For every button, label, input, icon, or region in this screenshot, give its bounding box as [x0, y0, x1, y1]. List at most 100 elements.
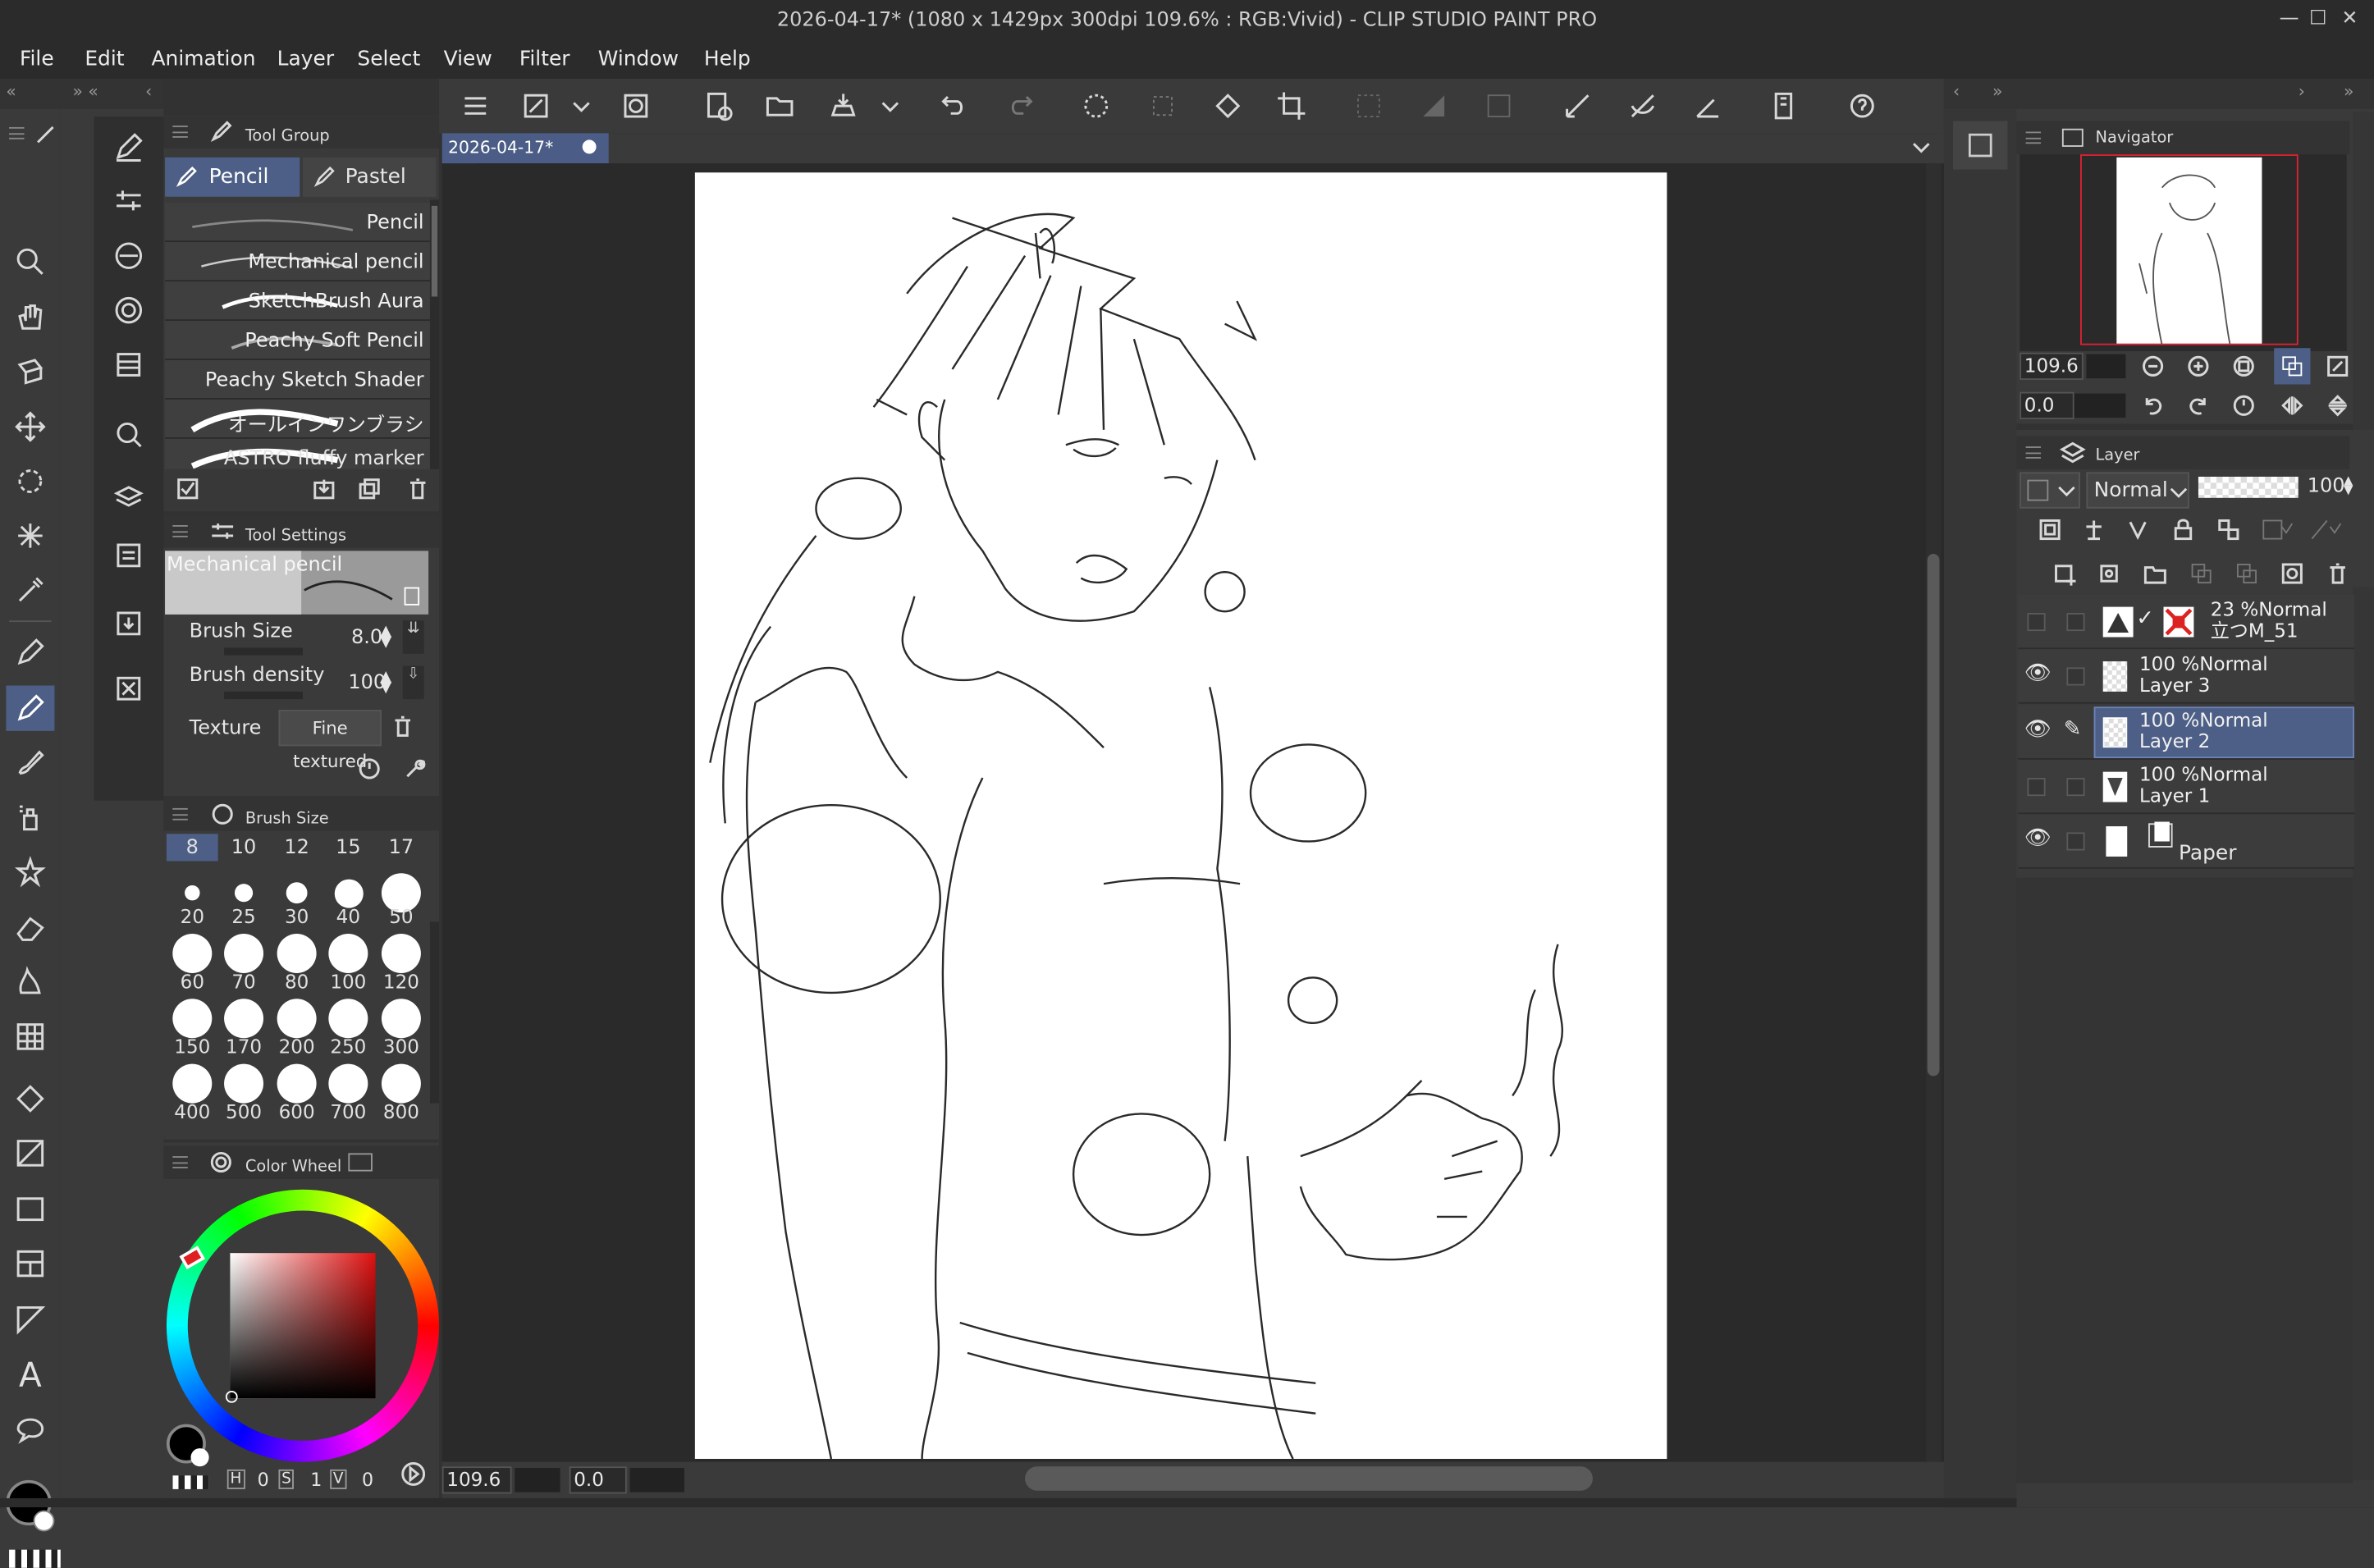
enable-mask-icon[interactable]	[2259, 514, 2295, 545]
layer-row[interactable]: 👁 100 %Normal Layer 3	[2018, 649, 2354, 704]
spinner-icon[interactable]: ▲ ▼	[380, 670, 391, 695]
brush-item-mechanical-pencil[interactable]: Mechanical pencil	[165, 242, 430, 282]
play-icon[interactable]	[400, 1461, 427, 1488]
fit-navigator-icon[interactable]	[2322, 351, 2353, 382]
eraser-tool-icon[interactable]	[11, 908, 50, 948]
close-panel-icon[interactable]	[106, 666, 151, 711]
duplicate-sub-tool-icon[interactable]	[357, 477, 382, 501]
new-vector-layer-icon[interactable]	[2095, 559, 2125, 589]
airbrush-tool-icon[interactable]	[11, 798, 50, 837]
sub-color-swatch[interactable]	[33, 1510, 55, 1532]
brush-size-scrollbar[interactable]	[429, 921, 440, 1104]
navigator-viewport-box[interactable]	[2080, 154, 2299, 345]
invert-selection-icon[interactable]	[1416, 88, 1452, 124]
brush-item-all-in-one-brush[interactable]: オールインワンブラシ	[165, 399, 430, 439]
save-icon[interactable]	[826, 88, 862, 124]
open-folder-icon[interactable]	[762, 88, 798, 124]
vertical-scrollbar[interactable]	[1925, 163, 1942, 1462]
brush-density-slider[interactable]	[224, 691, 303, 700]
special-ruler-snap-icon[interactable]	[1625, 88, 1661, 124]
brush-size-option[interactable]: 70	[218, 930, 270, 994]
zoom-slider[interactable]	[515, 1468, 560, 1493]
search-layer-icon[interactable]	[106, 412, 151, 457]
color-slider-tab-icon[interactable]	[348, 1153, 373, 1172]
hamburger-menu-icon[interactable]	[457, 88, 493, 124]
clip-layer-icon[interactable]	[2035, 514, 2065, 545]
brush-tool-icon[interactable]	[34, 121, 58, 149]
brush-size-option[interactable]: 250	[322, 996, 374, 1059]
fill-icon[interactable]	[1210, 88, 1246, 124]
layer-row-selected[interactable]: 👁 ✎ 100 %Normal Layer 2	[2018, 705, 2354, 760]
figure-tool-icon[interactable]	[11, 1017, 50, 1056]
navigator-preview[interactable]	[2020, 154, 2347, 351]
spinner-icon[interactable]: ▲ ▼	[380, 624, 391, 650]
edit-lock-toggle[interactable]	[2066, 778, 2085, 797]
brush-size-option[interactable]: 10	[218, 834, 270, 861]
horizontal-scrollbar[interactable]	[1025, 1466, 1593, 1491]
minimize-button[interactable]: —	[2276, 6, 2303, 33]
brush-size-option[interactable]: 25	[218, 866, 270, 929]
brush-item-peachy-soft-pencil[interactable]: Peachy Soft Pencil	[165, 321, 430, 360]
document-tab[interactable]: 2026-04-17* ●	[441, 133, 609, 164]
brush-size-option[interactable]: 170	[218, 996, 270, 1059]
flip-vertical-icon[interactable]	[2322, 391, 2353, 421]
menu-layer[interactable]: Layer	[277, 47, 334, 71]
brush-size-option[interactable]: 120	[376, 930, 428, 994]
fill-tool-icon[interactable]	[11, 1079, 50, 1118]
canvas-zoom-field[interactable]: 109.6	[441, 1466, 512, 1494]
navigator-dock-icon[interactable]	[1953, 121, 2008, 170]
maximize-button[interactable]: ☐	[2304, 6, 2331, 33]
rotate-right-icon[interactable]	[2183, 391, 2213, 421]
brush-size-option[interactable]: 15	[322, 834, 374, 861]
brush-size-option[interactable]: 200	[271, 996, 322, 1059]
brush-size-option[interactable]: 700	[322, 1061, 374, 1124]
eye-icon[interactable]: 👁	[2024, 826, 2052, 851]
navigator-zoom-field[interactable]: 109.6	[2020, 352, 2084, 380]
create-mask-icon[interactable]	[2277, 559, 2308, 589]
color-panel-icon[interactable]	[106, 287, 151, 332]
checkbox-icon[interactable]	[176, 477, 200, 501]
brush-size-option[interactable]: 40	[322, 866, 374, 929]
blend-tool-icon[interactable]	[11, 962, 50, 1002]
menu-select[interactable]: Select	[357, 47, 420, 71]
brush-item-sketchbrush-aura[interactable]: SketchBrush Aura	[165, 281, 430, 322]
lock-icon[interactable]	[404, 587, 420, 606]
brush-size-option[interactable]: 600	[271, 1061, 322, 1124]
tab-modified-dot-icon[interactable]: ●	[581, 135, 597, 156]
pressure-icon[interactable]: ⇩	[402, 665, 424, 700]
rectangle-tool-icon[interactable]	[11, 1190, 50, 1229]
menu-file[interactable]: File	[20, 47, 54, 71]
frame-tool-icon[interactable]	[11, 1244, 50, 1283]
magic-wand-icon[interactable]	[11, 516, 50, 555]
menu-window[interactable]: Window	[598, 47, 679, 71]
edit-pencil-icon[interactable]: ✎	[2064, 717, 2082, 742]
grid-snap-icon[interactable]	[1690, 88, 1726, 124]
material-icon[interactable]	[106, 533, 151, 578]
brush-item-astro-fluffy-marker[interactable]: ASTRO fluffy marker	[165, 438, 430, 469]
new-canvas-icon[interactable]	[699, 88, 735, 124]
decoration-tool-icon[interactable]	[11, 852, 50, 891]
clear-icon[interactable]	[1145, 88, 1181, 124]
brush-size-option[interactable]: 400	[167, 1061, 218, 1124]
canvas-viewport[interactable]	[441, 163, 1944, 1462]
ruler-snap-icon[interactable]	[1559, 88, 1595, 124]
tool-property-icon[interactable]	[106, 179, 151, 224]
ruler-range-icon[interactable]	[2308, 514, 2344, 545]
reset-rotation-icon[interactable]	[2229, 391, 2259, 421]
delete-sub-tool-icon[interactable]	[405, 477, 430, 501]
clip-studio-assets-icon[interactable]	[618, 88, 654, 124]
wrench-icon[interactable]	[403, 757, 428, 781]
hand-tool-icon[interactable]	[11, 298, 50, 337]
saturation-value-square[interactable]	[230, 1253, 376, 1399]
menu-animation[interactable]: Animation	[152, 47, 256, 71]
import-icon[interactable]	[106, 601, 151, 646]
eye-icon[interactable]: 👁	[2024, 661, 2052, 686]
zoom-in-icon[interactable]	[2183, 351, 2213, 382]
brush-size-option[interactable]: 300	[376, 996, 428, 1059]
gradient-tool-icon[interactable]	[11, 1133, 50, 1173]
brush-size-option[interactable]: 80	[271, 930, 322, 994]
brush-size-option[interactable]: 500	[218, 1061, 270, 1124]
lasso-select-icon[interactable]	[11, 462, 50, 501]
layer-property-icon[interactable]	[106, 475, 151, 520]
edit-lock-toggle[interactable]	[2066, 667, 2085, 686]
